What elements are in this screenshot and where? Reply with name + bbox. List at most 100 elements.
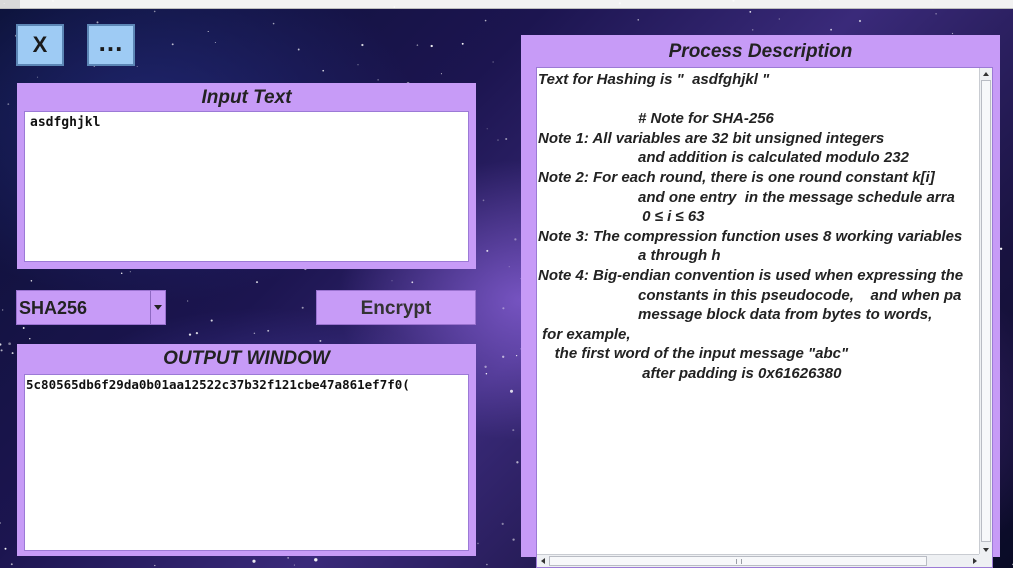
process-line: after padding is 0x61626380 <box>538 364 842 382</box>
process-line: Note 4: Big-endian convention is used wh… <box>538 266 964 284</box>
star <box>293 564 295 566</box>
process-description-area[interactable]: Text for Hashing is " asdfghjkl " # Note… <box>536 67 993 568</box>
star <box>267 329 270 332</box>
star <box>2 309 4 311</box>
star <box>515 354 518 357</box>
star <box>322 69 325 72</box>
star <box>858 19 862 23</box>
hash-algorithm-select[interactable]: SHA256 <box>16 290 166 325</box>
star <box>188 333 192 336</box>
process-line: and addition is calculated modulo 232 <box>538 149 909 167</box>
process-line: the first word of the input message "abc… <box>538 345 849 363</box>
star <box>999 247 1003 250</box>
scroll-corner <box>979 554 992 567</box>
horizontal-scrollbar[interactable] <box>537 554 981 567</box>
output-text-area[interactable]: 5c80565db6f29da0b01aa12522c37b32f121cbe4… <box>24 374 469 551</box>
star <box>440 73 442 75</box>
star <box>36 76 39 78</box>
star <box>301 306 304 309</box>
star <box>30 280 33 282</box>
star <box>7 103 10 105</box>
star <box>187 300 189 302</box>
star <box>830 28 832 31</box>
process-description-title: Process Description <box>668 41 853 62</box>
star <box>214 41 216 44</box>
star <box>4 547 7 550</box>
star <box>484 365 487 368</box>
encrypt-button[interactable]: Encrypt <box>316 290 476 325</box>
star <box>751 29 754 31</box>
process-description-panel: Process Description Text for Hashing is … <box>521 35 1000 568</box>
close-button[interactable]: X <box>16 24 64 66</box>
star <box>486 249 489 252</box>
star <box>516 461 519 464</box>
process-description-text: Text for Hashing is " asdfghjkl " # Note… <box>538 70 979 518</box>
scroll-left-arrow-icon[interactable] <box>541 558 545 564</box>
star <box>485 373 488 375</box>
star <box>749 10 752 13</box>
process-line: # Note for SHA-256 <box>538 110 774 128</box>
horizontal-scroll-thumb[interactable] <box>549 556 927 566</box>
process-line: for example, <box>538 325 631 343</box>
star <box>512 429 515 432</box>
vertical-scrollbar[interactable] <box>979 68 992 556</box>
more-options-button[interactable]: ... <box>87 24 135 66</box>
input-text-panel: Input Text asdfghjkl <box>17 83 476 269</box>
star <box>486 128 488 130</box>
star <box>502 355 505 358</box>
title-bar-corner <box>0 0 20 8</box>
star <box>935 12 937 15</box>
scroll-grip-icon <box>736 559 742 564</box>
star <box>637 19 639 21</box>
star <box>8 342 11 346</box>
star <box>505 137 508 141</box>
star <box>136 65 138 68</box>
star <box>778 18 780 20</box>
star <box>486 563 488 566</box>
star <box>210 319 213 322</box>
star <box>512 538 515 541</box>
star <box>514 238 517 241</box>
scroll-right-arrow-icon[interactable] <box>973 558 977 564</box>
star <box>314 558 318 562</box>
star <box>477 542 479 545</box>
star <box>0 349 3 352</box>
vertical-scroll-thumb[interactable] <box>981 80 991 542</box>
star <box>29 338 31 340</box>
star <box>482 199 485 202</box>
process-line: message block data from bytes to words, <box>538 306 933 324</box>
star <box>416 44 419 46</box>
star <box>430 44 433 48</box>
star <box>492 61 494 63</box>
star <box>484 19 487 22</box>
star <box>497 139 499 141</box>
input-text-title: Input Text <box>201 87 292 108</box>
process-line: and one entry in the message schedule ar… <box>538 188 955 206</box>
star <box>377 79 379 81</box>
star <box>461 42 464 45</box>
process-line: constants in this pseudocode, and when p… <box>538 286 962 304</box>
star <box>11 352 14 355</box>
star <box>195 331 199 335</box>
scroll-down-arrow-icon[interactable] <box>983 548 989 552</box>
star <box>411 281 414 284</box>
star <box>509 389 514 393</box>
star <box>951 32 954 35</box>
star <box>253 332 256 335</box>
star <box>297 48 300 51</box>
scroll-up-arrow-icon[interactable] <box>983 72 989 76</box>
star <box>0 522 1 524</box>
output-window-panel: OUTPUT WINDOW 5c80565db6f29da0b01aa12522… <box>17 344 476 556</box>
output-window-title: OUTPUT WINDOW <box>163 348 330 369</box>
process-line: Note 1: All variables are 32 bit unsigne… <box>538 129 885 147</box>
star <box>502 307 505 310</box>
chevron-down-icon[interactable] <box>150 291 165 324</box>
process-line <box>538 90 979 110</box>
star <box>129 271 131 273</box>
hash-algorithm-value: SHA256 <box>19 298 88 318</box>
star <box>391 280 393 282</box>
input-text-area[interactable]: asdfghjkl <box>24 111 469 262</box>
star <box>357 64 359 66</box>
process-line: 0 ≤ i ≤ 63 <box>538 208 705 226</box>
star <box>508 266 510 268</box>
